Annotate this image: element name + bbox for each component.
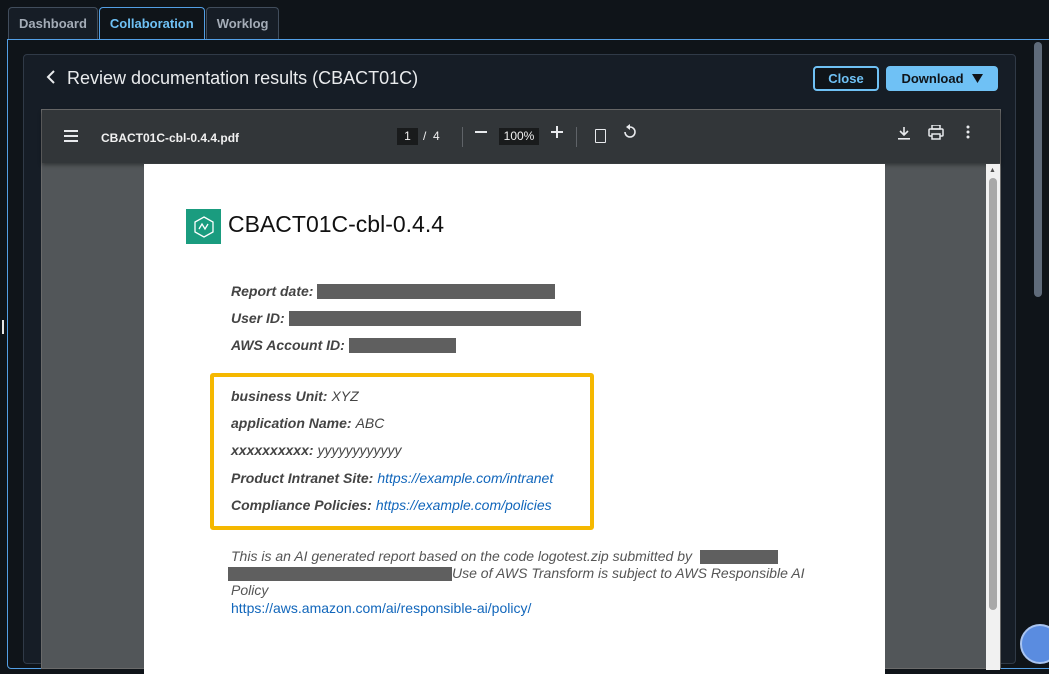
tab-bar: Dashboard Collaboration Worklog xyxy=(8,7,280,40)
placeholder-field: xxxxxxxxxx: yyyyyyyyyyyy xyxy=(231,442,402,458)
product-intranet-field: Product Intranet Site: https://example.c… xyxy=(231,470,553,486)
pdf-viewer: CBACT01C-cbl-0.4.4.pdf 1 / 4 100% CBACT0… xyxy=(41,109,1001,674)
redacted-value xyxy=(348,337,456,353)
page-separator: / xyxy=(423,129,427,143)
aws-account-id-field: AWS Account ID: xyxy=(231,337,456,353)
disclaimer-text-3: Policy xyxy=(231,582,269,598)
page-total: 4 xyxy=(433,129,440,143)
download-button[interactable]: Download xyxy=(886,66,998,91)
outer-scrollbar-thumb[interactable] xyxy=(1034,42,1042,297)
resize-handle[interactable] xyxy=(2,320,4,334)
pdf-filename: CBACT01C-cbl-0.4.4.pdf xyxy=(101,131,240,145)
field-value: XYZ xyxy=(331,388,359,404)
toolbar-divider xyxy=(576,127,577,147)
zoom-out-icon[interactable] xyxy=(475,125,487,143)
zoom-input[interactable]: 100% xyxy=(499,128,539,145)
redacted-value xyxy=(699,550,778,565)
fit-page-icon[interactable] xyxy=(595,129,606,143)
field-label: xxxxxxxxxx: xyxy=(231,442,314,458)
download-button-label: Download xyxy=(901,71,964,86)
page-title: Review documentation results (CBACT01C) xyxy=(67,67,419,88)
print-icon[interactable] xyxy=(928,124,944,145)
pdf-page: CBACT01C-cbl-0.4.4 Report date: User ID:… xyxy=(144,164,885,674)
field-label: Report date: xyxy=(231,283,314,299)
policies-link[interactable]: https://example.com/policies xyxy=(376,497,552,513)
disclaimer-text-2: Use of AWS Transform is subject to AWS R… xyxy=(452,565,805,581)
responsible-ai-link[interactable]: https://aws.amazon.com/ai/responsible-ai… xyxy=(231,600,531,616)
business-unit-field: business Unit: XYZ xyxy=(231,388,359,404)
field-label: AWS Account ID: xyxy=(231,337,345,353)
zoom-in-icon[interactable] xyxy=(551,125,563,143)
disclaimer-text-1: This is an AI generated report based on … xyxy=(231,548,692,564)
tab-collaboration[interactable]: Collaboration xyxy=(98,7,205,40)
tab-dashboard[interactable]: Dashboard xyxy=(8,7,98,39)
app-logo-icon xyxy=(186,209,221,244)
pdf-toolbar: CBACT01C-cbl-0.4.4.pdf 1 / 4 100% xyxy=(42,110,1000,163)
redacted-value xyxy=(317,283,556,299)
field-label: business Unit: xyxy=(231,388,328,404)
field-label: application Name: xyxy=(231,415,352,431)
tab-worklog[interactable]: Worklog xyxy=(205,7,280,39)
more-options-icon[interactable] xyxy=(966,125,970,144)
toolbar-divider xyxy=(462,127,463,147)
page-header: Review documentation results (CBACT01C) xyxy=(45,64,418,92)
menu-icon[interactable] xyxy=(64,129,78,147)
intranet-link[interactable]: https://example.com/intranet xyxy=(377,470,553,486)
rotate-icon[interactable] xyxy=(622,124,638,145)
field-label: User ID: xyxy=(231,310,285,326)
field-value: ABC xyxy=(355,415,385,431)
caret-down-icon xyxy=(971,71,983,86)
pdf-scrollbar-thumb[interactable] xyxy=(989,178,997,610)
field-label: Product Intranet Site: xyxy=(231,470,374,486)
document-title: CBACT01C-cbl-0.4.4 xyxy=(228,211,445,237)
application-name-field: application Name: ABC xyxy=(231,415,384,431)
download-icon[interactable] xyxy=(897,126,911,145)
chevron-left-icon[interactable] xyxy=(45,67,57,90)
page-number-input[interactable]: 1 xyxy=(397,128,418,145)
redacted-value xyxy=(288,310,581,326)
user-id-field: User ID: xyxy=(231,310,581,326)
field-value: yyyyyyyyyyyy xyxy=(317,442,402,458)
report-date-field: Report date: xyxy=(231,283,556,299)
redacted-value xyxy=(228,567,452,582)
close-button[interactable]: Close xyxy=(813,66,879,91)
scroll-up-icon[interactable]: ▲ xyxy=(989,167,996,174)
ai-disclaimer: This is an AI generated report based on … xyxy=(228,548,831,599)
compliance-policies-field: Compliance Policies: https://example.com… xyxy=(231,497,552,513)
field-label: Compliance Policies: xyxy=(231,497,372,513)
